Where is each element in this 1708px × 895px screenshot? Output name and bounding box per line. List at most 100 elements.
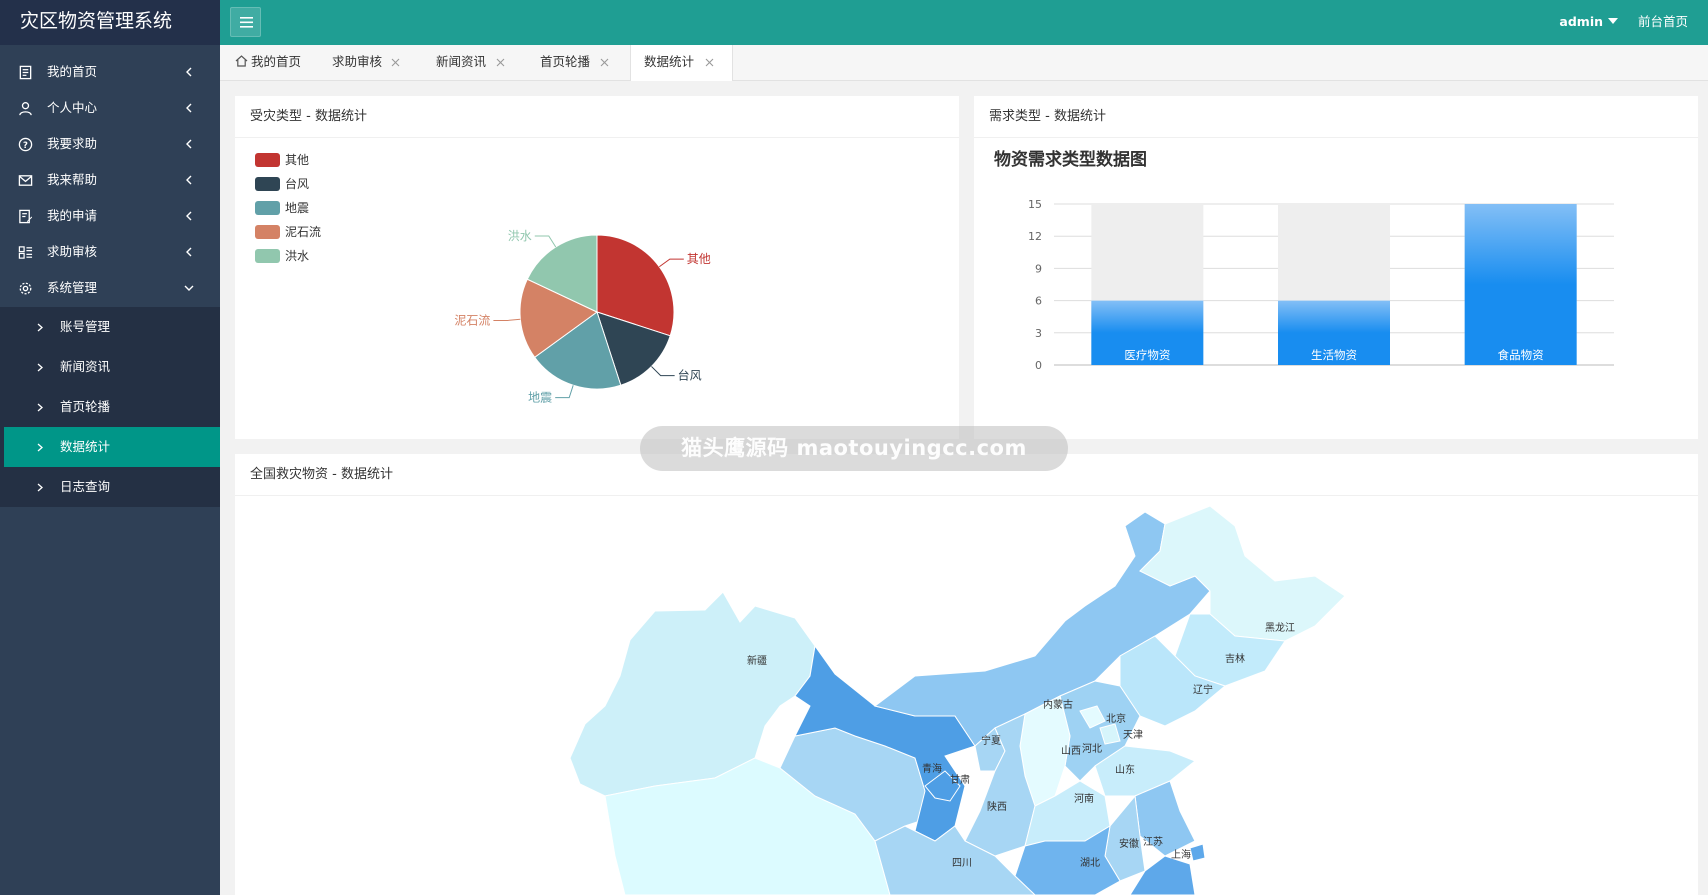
map-region-xinjiang[interactable] — [569, 591, 816, 797]
submenu-item-logs[interactable]: 日志查询 — [0, 467, 220, 507]
bar-category-label: 生活物资 — [1311, 348, 1357, 362]
map-region-label: 内蒙古 — [1043, 698, 1073, 711]
close-icon[interactable] — [600, 58, 609, 67]
map-region-label: 青海 — [922, 762, 942, 775]
y-tick-label: 0 — [1035, 359, 1042, 372]
pie-label-line — [493, 318, 521, 321]
map-region-label: 河北 — [1082, 743, 1102, 755]
pie-label-line — [651, 366, 675, 377]
user-menu[interactable]: admin — [1559, 0, 1618, 43]
tab-news[interactable]: 新闻资讯 — [436, 45, 505, 80]
svg-text:?: ? — [23, 140, 28, 150]
map-region-label: 黑龙江 — [1265, 621, 1295, 634]
sidebar-menu: 我的首页 个人中心 ? 我要求助 我来帮助 我的申请 求助审核 系统管理 — [0, 54, 220, 306]
pie-chart: 其他台风地震 泥石流 洪水 — [454, 229, 711, 405]
sidebar-item-label: 系统管理 — [47, 280, 98, 295]
china-map: 黑龙江吉林辽宁内蒙古北京天津河北山西山东河南 宁夏甘肃青海陕西 新疆四川 湖北 安徽 江苏… — [569, 505, 1346, 895]
sidebar-item-label: 我的申请 — [47, 208, 98, 223]
submenu-item-label: 数据统计 — [60, 439, 111, 454]
submenu-item-label: 首页轮播 — [60, 399, 111, 414]
map-region-label: 北京 — [1106, 712, 1126, 725]
sidebar-item-my-applications[interactable]: 我的申请 — [0, 198, 220, 234]
submenu-item-statistics[interactable]: 数据统计 — [4, 427, 220, 467]
bar-chart: 物资需求类型数据图 0 3 6 9 12 15 医疗物资 生活物资 食品物资 — [994, 149, 1614, 372]
map-region-label: 新疆 — [747, 654, 767, 667]
pie-slice-label: 地震 — [528, 391, 552, 405]
submenu-item-label: 日志查询 — [60, 479, 111, 494]
chevron-right-icon — [37, 443, 43, 452]
map-region-label: 山东 — [1115, 763, 1135, 776]
app-title: 灾区物资管理系统 — [0, 0, 220, 45]
disaster-type-card: 受灾类型 - 数据统计 其他 台风 地震 泥石流 洪水 其他 台风 地震 泥石流 洪水 — [235, 96, 959, 439]
y-tick-label: 15 — [1028, 198, 1042, 211]
sidebar-item-ask-help[interactable]: ? 我要求助 — [0, 126, 220, 162]
menu-toggle-button[interactable] — [230, 7, 261, 37]
pie-label-line — [534, 235, 557, 248]
chevron-left-icon — [186, 67, 192, 77]
sidebar-item-give-help[interactable]: 我来帮助 — [0, 162, 220, 198]
chevron-left-icon — [186, 211, 192, 221]
tab-review[interactable]: 求助审核 — [332, 45, 400, 80]
map-region-label: 山西 — [1061, 745, 1081, 757]
sidebar-item-label: 我的首页 — [47, 64, 98, 79]
mail-icon — [18, 175, 33, 186]
sidebar-item-review[interactable]: 求助审核 — [0, 234, 220, 270]
sidebar-item-label: 个人中心 — [47, 100, 98, 115]
chevron-left-icon — [186, 175, 192, 185]
gear-icon — [19, 282, 32, 295]
submenu-item-news[interactable]: 新闻资讯 — [0, 347, 220, 387]
submenu-item-carousel[interactable]: 首页轮播 — [0, 387, 220, 427]
map-region-label: 宁夏 — [981, 734, 1001, 747]
home-icon — [235, 55, 248, 67]
sidebar-item-label: 我来帮助 — [47, 172, 98, 187]
map-region-label: 甘肃 — [950, 773, 970, 786]
tab-home[interactable]: 我的首页 — [235, 45, 301, 80]
help-circle-icon: ? — [18, 137, 33, 152]
bar-category-label: 医疗物资 — [1124, 348, 1170, 362]
submenu-item-label: 账号管理 — [60, 319, 111, 334]
sidebar-item-system[interactable]: 系统管理 — [0, 270, 220, 306]
chevron-down-icon — [184, 285, 194, 291]
tab-statistics[interactable]: 数据统计 — [630, 45, 733, 81]
submenu-system: 账号管理 新闻资讯 首页轮播 数据统计 日志查询 — [0, 307, 220, 507]
tab-label: 数据统计 — [644, 54, 695, 69]
close-icon[interactable] — [705, 58, 714, 67]
card-title: 需求类型 - 数据统计 — [974, 96, 1698, 138]
national-supplies-card: 全国救灾物资 - 数据统计 黑龙江 吉林 辽宁 内蒙古 北京 天津 河北 山西 … — [235, 454, 1698, 895]
pie-label-line — [555, 385, 574, 399]
pie-slice-label: 泥石流 — [454, 313, 490, 327]
sidebar-item-label: 我要求助 — [47, 136, 98, 151]
sidebar-item-profile[interactable]: 个人中心 — [0, 90, 220, 126]
submenu-item-label: 新闻资讯 — [60, 359, 111, 374]
chevron-right-icon — [37, 363, 43, 372]
map-region-label: 江苏 — [1143, 835, 1163, 848]
tab-carousel[interactable]: 首页轮播 — [540, 45, 609, 80]
tab-bar: 我的首页 求助审核 新闻资讯 首页轮播 数据统计 — [220, 45, 1708, 81]
front-page-link[interactable]: 前台首页 — [1638, 0, 1688, 43]
y-tick-label: 3 — [1035, 327, 1042, 340]
chevron-left-icon — [186, 139, 192, 149]
sidebar-item-label: 求助审核 — [47, 244, 98, 259]
map-region-label: 陕西 — [987, 800, 1007, 813]
document-icon — [19, 65, 32, 80]
y-tick-label: 9 — [1035, 262, 1042, 275]
y-tick-label: 6 — [1035, 295, 1042, 308]
map-region-shanghai[interactable] — [1189, 843, 1206, 862]
card-title: 受灾类型 - 数据统计 — [235, 96, 959, 138]
pie-slice-label: 其他 — [687, 252, 711, 266]
tab-label: 求助审核 — [332, 54, 383, 69]
close-icon[interactable] — [496, 58, 505, 67]
username: admin — [1559, 14, 1603, 29]
tab-label: 新闻资讯 — [436, 54, 487, 69]
pie-label-line — [659, 258, 684, 268]
edit-document-icon — [19, 209, 33, 224]
map-region-label: 天津 — [1123, 729, 1143, 741]
submenu-item-accounts[interactable]: 账号管理 — [0, 307, 220, 347]
bar[interactable] — [1464, 204, 1577, 365]
sidebar-item-home[interactable]: 我的首页 — [0, 54, 220, 90]
chevron-left-icon — [186, 103, 192, 113]
map-region-label: 辽宁 — [1193, 683, 1213, 696]
close-icon[interactable] — [391, 58, 400, 67]
bar-category-label: 食品物资 — [1498, 348, 1544, 362]
chevron-right-icon — [37, 483, 43, 492]
